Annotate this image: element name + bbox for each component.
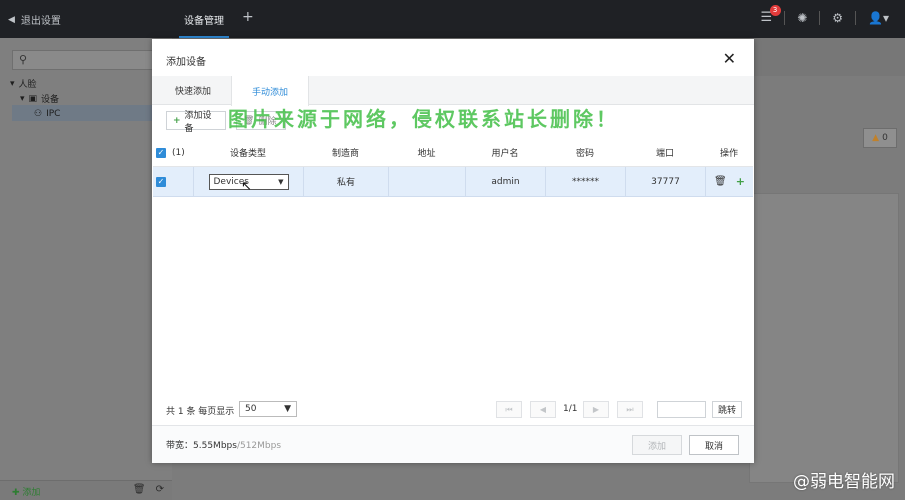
alarm-count: 0: [882, 133, 888, 143]
cancel-button[interactable]: 取消: [689, 435, 739, 455]
search-icon: ⚲: [19, 53, 28, 66]
username-cell[interactable]: admin: [465, 167, 545, 196]
close-icon[interactable]: ✕: [723, 51, 736, 67]
address-cell[interactable]: [388, 167, 465, 196]
top-bar: ◀ 退出设置 设备管理 + ☰ 3 ✺ ⚙ 👤▾: [0, 0, 905, 38]
sidebar-search-input[interactable]: ⚲: [12, 50, 166, 70]
tab-quick-add[interactable]: 快速添加: [154, 76, 232, 105]
sidebar-bottom-bar: ✚ 添加 🗑 ⟳: [0, 480, 172, 500]
device-group-icon: ▣: [28, 93, 38, 104]
plus-icon: +: [173, 115, 181, 126]
page-indicator: 1/1: [563, 404, 578, 414]
device-tree: ▾ 人脸 ▾ ▣ 设备 ⚇ IPC: [10, 76, 60, 121]
header-actions: 操作: [719, 149, 738, 159]
page-size-value: 50: [245, 404, 257, 414]
alarm-list-icon[interactable]: ☰ 3: [761, 5, 781, 25]
refresh-icon[interactable]: ⟳: [156, 484, 164, 495]
confirm-add-button[interactable]: 添加: [632, 435, 682, 455]
sidebar-add-button[interactable]: ✚ 添加: [12, 485, 40, 498]
back-arrow-icon: ◀: [8, 14, 15, 25]
expand-icon[interactable]: ▾: [10, 79, 15, 89]
trash-icon[interactable]: 🗑: [133, 484, 146, 495]
row-add-icon[interactable]: +: [736, 175, 745, 188]
tab-manual-add[interactable]: 手动添加: [231, 76, 309, 106]
add-device-button[interactable]: + 添加设备: [166, 111, 226, 134]
first-page-icon[interactable]: ⏮: [496, 401, 522, 418]
warning-icon: ▲: [872, 133, 880, 143]
network-icon[interactable]: ✺: [797, 11, 807, 25]
top-toolbar: ☰ 3 ✺ ⚙ 👤▾: [761, 5, 889, 25]
manufacturer-cell[interactable]: 私有: [303, 167, 388, 196]
background-alarm-badge[interactable]: ▲ 0: [863, 128, 897, 148]
bandwidth-info: 带宽：5.55Mbps/512Mbps: [166, 438, 281, 451]
next-page-icon[interactable]: ▶: [583, 401, 609, 418]
header-address: 地址: [417, 149, 436, 159]
tree-node-ipc[interactable]: ⚇ IPC: [10, 106, 60, 121]
header-password: 密码: [575, 149, 594, 159]
tree-node-device[interactable]: ▾ ▣ 设备: [10, 91, 60, 106]
divider: [855, 10, 857, 25]
dialog-tabs: 快速添加 手动添加: [152, 76, 754, 106]
tree-node-face[interactable]: ▾ 人脸: [10, 76, 60, 91]
back-label: 退出设置: [20, 16, 61, 27]
last-page-icon[interactable]: ⏭: [617, 401, 643, 418]
sidebar-add-label: 添加: [22, 488, 41, 498]
background-panel: [749, 193, 899, 483]
mouse-cursor-icon: ↖: [241, 179, 252, 194]
header-device-type: 设备类型: [229, 149, 266, 159]
expand-icon[interactable]: ▾: [20, 94, 25, 104]
dialog-title: 添加设备: [166, 57, 206, 68]
tab-device-management[interactable]: 设备管理: [165, 0, 243, 38]
row-checkbox[interactable]: ✓: [156, 176, 166, 187]
select-all-cell: ✓ (1): [153, 139, 193, 166]
dialog-footer: 带宽：5.55Mbps/512Mbps 添加 取消: [152, 425, 754, 463]
header-manufacturer: 制造商: [331, 149, 359, 159]
alarm-badge: 3: [769, 5, 781, 16]
sidebar: ⚲ ▾ 人脸 ▾ ▣ 设备 ⚇ IPC ✚ 添加 🗑 ⟳: [0, 38, 172, 500]
divider: [784, 10, 786, 25]
user-menu-icon[interactable]: 👤▾: [868, 11, 889, 25]
add-tab-button[interactable]: +: [242, 9, 254, 25]
row-checkbox-cell: ✓: [153, 167, 193, 196]
total-label: 共 1 条 每页显示: [166, 407, 235, 417]
header-port: 端口: [655, 149, 674, 159]
tab-label: 设备管理: [184, 15, 224, 27]
bandwidth-used: 5.55Mbps: [193, 441, 237, 451]
actions-cell: 🗑 +: [705, 167, 753, 196]
chevron-down-icon: ▼: [278, 177, 284, 186]
password-cell[interactable]: ******: [545, 167, 625, 196]
camera-icon: ⚇: [34, 108, 43, 119]
tree-node-label: IPC: [46, 108, 61, 119]
tree-node-label: 设备: [41, 95, 60, 105]
selected-count: (1): [172, 147, 185, 158]
sidebar-bottom-icons: 🗑 ⟳: [133, 484, 164, 495]
header-username: 用户名: [491, 149, 519, 159]
select-all-checkbox[interactable]: ✓: [156, 147, 166, 158]
tree-node-label: 人脸: [18, 80, 37, 90]
add-device-label: 添加设备: [184, 110, 212, 134]
back-button[interactable]: ◀ 退出设置: [8, 12, 61, 28]
divider: [819, 10, 821, 25]
gear-icon[interactable]: ⚙: [832, 11, 843, 25]
pagination: 共 1 条 每页显示 50 ▼ ⏮ ◀ 1/1 ▶ ⏭ 跳转: [166, 401, 742, 419]
watermark-text: 图片来源于网络，侵权联系站长删除！: [228, 107, 619, 131]
jump-page-input[interactable]: [657, 401, 706, 418]
prev-page-icon[interactable]: ◀: [530, 401, 556, 418]
page-size-select[interactable]: 50 ▼: [239, 401, 297, 417]
corner-watermark: @弱电智能网: [793, 472, 895, 492]
chevron-down-icon: ▼: [284, 404, 291, 414]
port-cell[interactable]: 37777: [625, 167, 705, 196]
table-header: ✓ (1) 设备类型 制造商 地址 用户名 密码 端口 操作: [153, 139, 753, 167]
add-device-dialog: 添加设备 ✕ 快速添加 手动添加 + 添加设备 🗑 删除 图片来源于网络，侵权联…: [152, 39, 754, 463]
bandwidth-limit: /512Mbps: [236, 441, 282, 451]
row-delete-icon[interactable]: 🗑: [714, 176, 727, 187]
jump-button[interactable]: 跳转: [712, 401, 742, 418]
bandwidth-label: 带宽：: [166, 441, 194, 451]
